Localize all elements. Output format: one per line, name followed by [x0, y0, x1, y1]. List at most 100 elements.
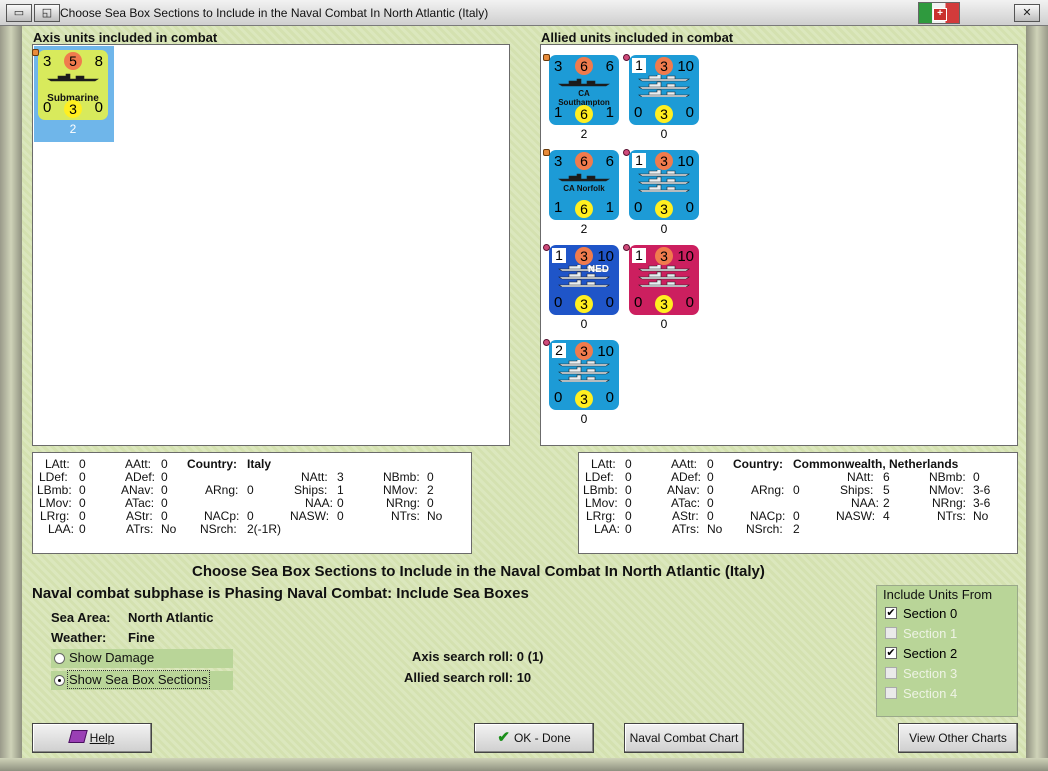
ship-silhouette-icon [635, 168, 693, 193]
axis-unit-counter[interactable]: 3 5 8 Submarine 0 3 0 [38, 50, 108, 120]
stat-value-atac: 0 [161, 496, 168, 510]
stat-label-nrng: NRng: [386, 496, 421, 510]
stat-value-astr: 0 [707, 509, 714, 523]
stat-label-ntrs: NTrs: [391, 509, 420, 523]
stat-label-adef: ADef: [671, 470, 702, 484]
bot-left: 1 [554, 104, 563, 121]
stat-label-atac: ATac: [671, 496, 701, 510]
stat-label-nmov: NMov: [383, 483, 418, 497]
include-section-label: Section 2 [903, 646, 958, 661]
stat-label-laa: LAA: [594, 522, 621, 536]
stat-label-nsrch: NSrch: [200, 522, 237, 536]
stat-label-anav: ANav: [667, 483, 700, 497]
frame-bottom [0, 758, 1048, 771]
show-damage-radio[interactable]: Show Damage [51, 649, 233, 668]
top-left: 2 [552, 343, 566, 358]
stat-value-lbmb: 0 [625, 483, 632, 497]
allied-unit-count: 2 [580, 127, 588, 141]
stat-value-ldef: 0 [625, 470, 632, 484]
stat-value-atrs: No [707, 522, 723, 536]
bot-left: 0 [634, 294, 643, 311]
ship-silhouette-icon [555, 69, 613, 91]
bot-right: 0 [685, 199, 694, 216]
axis-search-roll: Axis search roll: 0 (1) [412, 649, 544, 664]
bot-left: 0 [554, 294, 563, 311]
bot-left: 0 [554, 389, 563, 406]
country-label: Country: [733, 457, 783, 471]
stat-label-latt: LAtt: [45, 457, 70, 471]
show-sea-box-sections-radio[interactable]: Show Sea Box Sections [51, 670, 233, 690]
country-label: Country: [187, 457, 237, 471]
axis-units-header: Axis units included in combat [33, 30, 218, 45]
allied-unit-count: 0 [580, 412, 588, 426]
stat-label-latt: LAtt: [591, 457, 616, 471]
stat-label-astr: AStr: [126, 509, 153, 523]
stat-label-nsrch: NSrch: [746, 522, 783, 536]
bot-right: 0 [605, 389, 614, 406]
top-right: 10 [597, 343, 614, 360]
stat-value-lmov: 0 [79, 496, 86, 510]
system-menu-button[interactable]: ▭ [6, 4, 32, 22]
allied-unit-counter[interactable]: 3 6 6 CA Norfolk 1 6 1 [549, 150, 619, 220]
bot-left: 0 [43, 99, 52, 116]
stat-label-ntrs: NTrs: [937, 509, 966, 523]
stat-label-nrng: NRng: [932, 496, 967, 510]
top-mid: 3 [575, 247, 593, 265]
allied-stats-panel: LAtt: 0 AAtt: 0 LDef: 0 ADef: 0 NAtt: 6 NBmb: 0 LBmb… [578, 452, 1018, 554]
stat-label-lrrg: LRrg: [40, 509, 70, 523]
country-value: Commonwealth, Netherlands [793, 457, 959, 471]
checkbox-empty-icon [885, 687, 897, 699]
allied-unit-counter[interactable]: 1 3 10 0 3 0 [629, 245, 699, 315]
stat-label-ships: Ships: [840, 483, 874, 497]
allied-unit-counter[interactable]: 1 3 10 NED 0 3 0 [549, 245, 619, 315]
stat-value-naa: 0 [337, 496, 344, 510]
include-section-label: Section 0 [903, 606, 958, 621]
allied-unit-counter[interactable]: 2 3 10 0 3 0 [549, 340, 619, 410]
stat-value-nasw: 4 [883, 509, 890, 523]
checkbox-empty-icon [885, 627, 897, 639]
unit-marker-icon [32, 49, 39, 56]
naval-combat-chart-button[interactable]: Naval Combat Chart [624, 723, 744, 753]
stat-value-adef: 0 [707, 470, 714, 484]
top-mid: 3 [655, 247, 673, 265]
bot-mid: 6 [575, 200, 593, 218]
restore-button[interactable]: ◱ [34, 4, 60, 22]
stat-value-aatt: 0 [161, 457, 168, 471]
stat-value-laa: 0 [625, 522, 632, 536]
stat-value-ships: 1 [337, 483, 344, 497]
bot-left: 1 [554, 199, 563, 216]
view-other-charts-button[interactable]: View Other Charts [898, 723, 1018, 753]
stat-value-latt: 0 [79, 457, 86, 471]
ok-done-button[interactable]: ✔ OK - Done [474, 723, 594, 753]
stat-value-astr: 0 [161, 509, 168, 523]
ship-silhouette-icon [44, 64, 102, 86]
bot-left: 0 [634, 104, 643, 121]
stat-value-nrng: 0 [427, 496, 434, 510]
name: NED [587, 264, 609, 275]
top-left: 1 [632, 248, 646, 263]
stat-label-ldef: LDef: [39, 470, 68, 484]
allied-unit-counter[interactable]: 3 6 6 CA Southampton 1 6 1 [549, 55, 619, 125]
bot-mid: 6 [575, 105, 593, 123]
help-book-icon [67, 730, 88, 743]
help-button[interactable]: Help [32, 723, 152, 753]
stat-label-nacp: NACp: [750, 509, 786, 523]
allied-unit-counter[interactable]: 1 3 10 0 3 0 [629, 150, 699, 220]
unit-marker-icon [543, 244, 550, 251]
frame-left [0, 26, 22, 771]
top-right: 10 [677, 248, 694, 265]
allied-unit-counter[interactable]: 1 3 10 0 3 0 [629, 55, 699, 125]
stat-label-natt: NAtt: [301, 470, 328, 484]
sea-area-label: Sea Area: [51, 610, 111, 625]
unit-marker-icon [543, 54, 550, 61]
bot-mid: 3 [655, 295, 673, 313]
stat-value-arng: 0 [247, 483, 254, 497]
unit-marker-icon [543, 149, 550, 156]
title-bar: ▭ ◱ Choose Sea Box Sections to Include i… [0, 0, 1048, 26]
allied-unit-count: 0 [660, 222, 668, 236]
checkbox-checked-icon: ✔ [885, 607, 897, 619]
checkbox-empty-icon [885, 667, 897, 679]
close-button[interactable]: ✕ [1014, 4, 1040, 22]
stat-label-nbmb: NBmb: [929, 470, 966, 484]
unit-marker-icon [543, 339, 550, 346]
